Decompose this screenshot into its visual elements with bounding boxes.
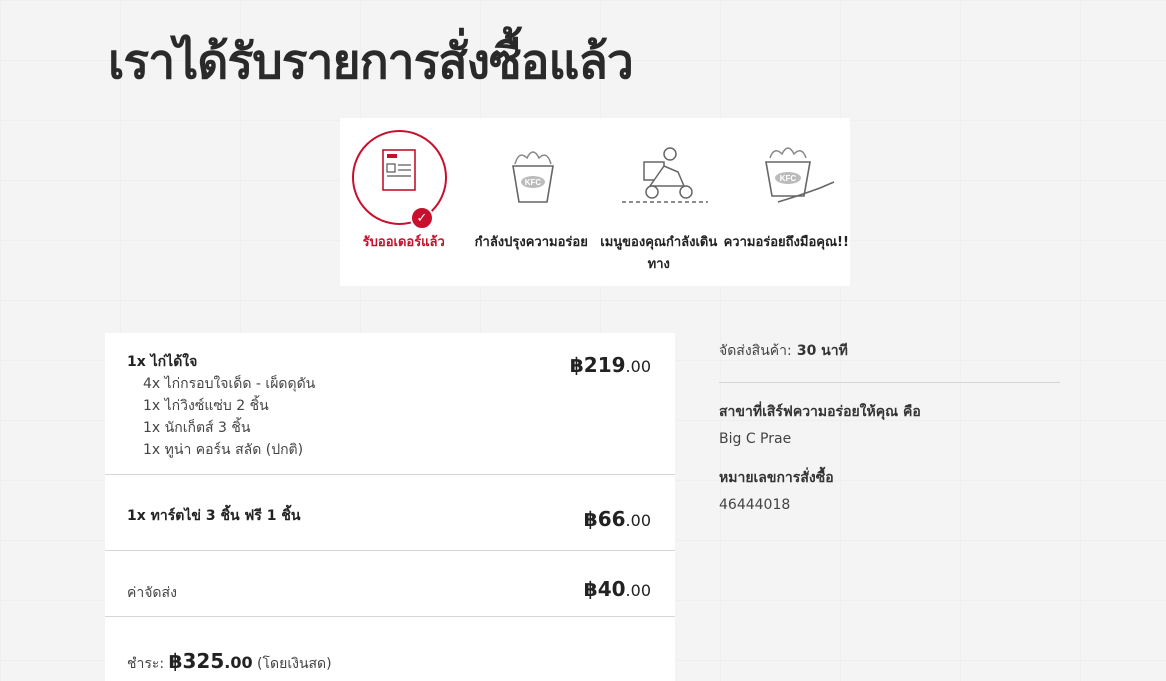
order-progress-steps: ✓ รับออเดอร์แล้ว KFC กำลังปรุงความอร่อย <box>340 118 850 286</box>
branch-value: Big C Prae <box>719 431 792 447</box>
step-cooking: KFC กำลังปรุงความอร่อย <box>468 118 596 286</box>
branch-label: สาขาที่เสิร์ฟความอร่อยให้คุณ คือ <box>719 404 921 420</box>
item-subitem: 1x ทูน่า คอร์น สลัด (ปกติ) <box>143 442 304 458</box>
delivery-fee-price: ฿40.00 <box>583 577 651 601</box>
delivery-fee-label: ค่าจัดส่ง <box>127 585 177 601</box>
order-item: 1x ทาร์ตไข่ 3 ชิ้น ฟรี 1 ชิ้น ฿66.00 <box>105 485 675 551</box>
item-price: ฿219.00 <box>569 353 651 377</box>
delivery-time: จัดส่งสินค้า: 30 นาที <box>719 343 848 359</box>
total-amount: ฿325.00 <box>168 649 253 673</box>
item-price: ฿66.00 <box>583 507 651 531</box>
step-label: ความอร่อยถึงมือคุณ!! <box>723 235 849 250</box>
order-item: 1x ไก่ได้ใจ 4x ไก่กรอบใจเด็ด - เผ็ดดุดัน… <box>105 333 675 475</box>
divider <box>719 382 1060 383</box>
delivery-fee-row: ค่าจัดส่ง ฿40.00 <box>105 562 675 617</box>
step-order-received: ✓ รับออเดอร์แล้ว <box>340 118 468 286</box>
step-label: เมนูของคุณกำลังเดินทาง <box>600 235 718 272</box>
item-subitem: 4x ไก่กรอบใจเด็ด - เผ็ดดุดัน <box>143 376 316 392</box>
total-label: ชำระ: <box>127 656 165 672</box>
item-subitem: 1x นักเก็ตส์ 3 ชิ้น <box>143 420 251 436</box>
total-payment: ชำระ: ฿325.00 (โดยเงินสด) <box>127 649 332 675</box>
step-label: รับออเดอร์แล้ว <box>362 235 445 250</box>
page-title: เราได้รับรายการสั่งซื้อแล้ว <box>108 34 634 90</box>
order-summary: 1x ไก่ได้ใจ 4x ไก่กรอบใจเด็ด - เผ็ดดุดัน… <box>105 333 675 681</box>
step-delivered: KFC ความอร่อยถึงมือคุณ!! <box>723 118 851 286</box>
order-info: จัดส่งสินค้า: 30 นาที สาขาที่เสิร์ฟความอ… <box>719 340 1060 513</box>
order-number-label: หมายเลขการสั่งซื้อ <box>719 470 834 486</box>
svg-text:KFC: KFC <box>779 174 796 183</box>
item-subitem: 1x ไก่วิงซ์แซ่บ 2 ชิ้น <box>143 398 269 414</box>
payment-method: (โดยเงินสด) <box>257 656 332 672</box>
step-label: กำลังปรุงความอร่อย <box>474 235 588 250</box>
svg-text:KFC: KFC <box>524 178 541 187</box>
check-icon: ✓ <box>410 206 434 230</box>
order-number-value: 46444018 <box>719 497 791 513</box>
item-name: 1x ไก่ได้ใจ <box>127 354 198 370</box>
item-name: 1x ทาร์ตไข่ 3 ชิ้น ฟรี 1 ชิ้น <box>127 508 301 524</box>
step-on-the-way: เมนูของคุณกำลังเดินทาง <box>595 118 723 286</box>
